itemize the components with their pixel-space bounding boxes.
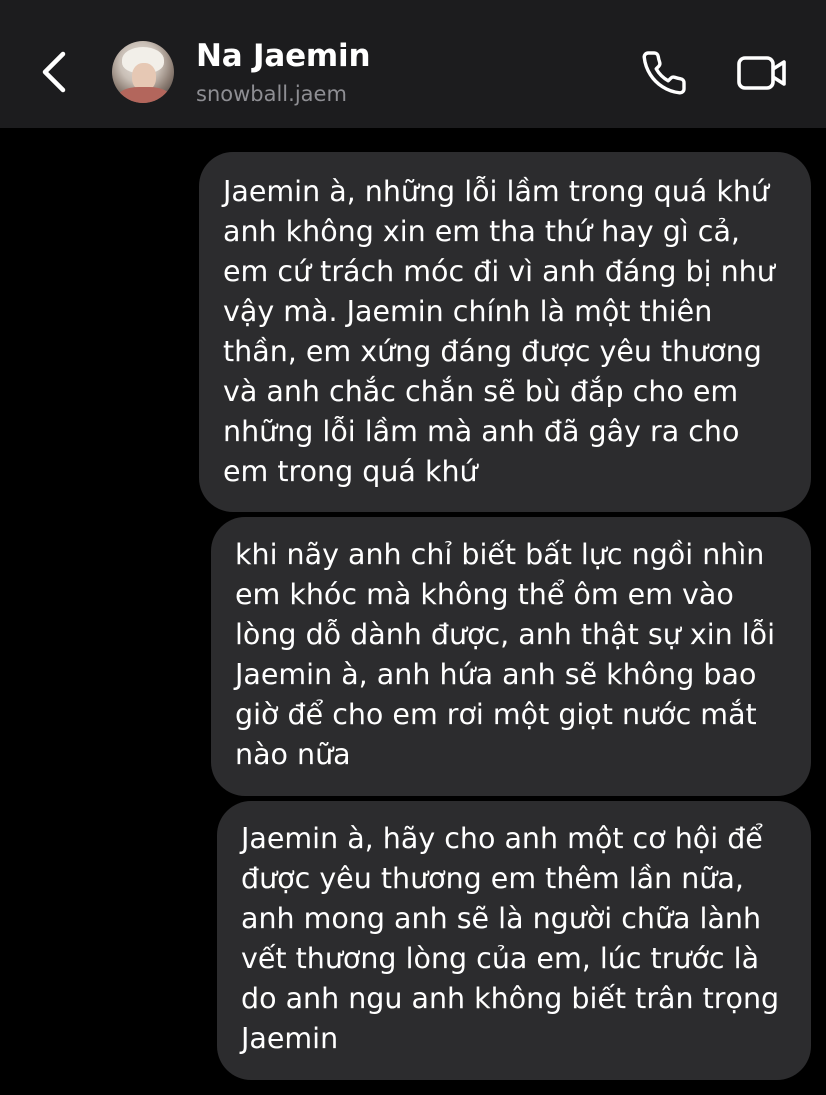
- message-line: khi nãy anh chỉ biết bất lực ngồi nhìn: [235, 538, 765, 571]
- message-line: anh không xin em tha thứ hay gì cả,: [223, 215, 740, 248]
- message-line: được yêu thương em thêm lần nữa,: [241, 862, 744, 895]
- message-bubble[interactable]: Jaemin à, hãy cho anh một cơ hội để được…: [217, 801, 811, 1080]
- contact-handle: snowball.jaem: [196, 82, 347, 106]
- video-call-button[interactable]: [732, 48, 792, 98]
- chevron-left-icon: [42, 51, 66, 93]
- message-line: lòng dỗ dành được, anh thật sự xin lỗi: [235, 618, 776, 651]
- message-line: em khóc mà không thể ôm em vào: [235, 578, 734, 611]
- message-line: vết thương lòng của em, lúc trước là: [241, 942, 760, 975]
- message-bubble[interactable]: khi nãy anh chỉ biết bất lực ngồi nhìn e…: [211, 517, 811, 796]
- message-line: giờ để cho em rơi một giọt nước mắt: [235, 698, 757, 731]
- message-line: do anh ngu anh không biết trân trọng: [241, 982, 780, 1015]
- message-line: và anh chắc chắn sẽ bù đắp cho em: [223, 375, 739, 408]
- message-line: nào nữa: [235, 738, 351, 771]
- avatar[interactable]: [112, 41, 174, 103]
- message-line: vậy mà. Jaemin chính là một thiên: [223, 295, 713, 328]
- message-line: em cứ trách móc đi vì anh đáng bị như: [223, 255, 775, 288]
- message-line: Jaemin à, những lỗi lầm trong quá khứ: [223, 175, 769, 208]
- call-button[interactable]: [636, 48, 692, 98]
- message-line: Jaemin à, hãy cho anh một cơ hội để: [241, 822, 763, 855]
- message-line: Jaemin: [241, 1022, 339, 1055]
- contact-name[interactable]: Na Jaemin: [196, 38, 371, 74]
- phone-icon: [642, 51, 686, 95]
- message-bubble[interactable]: Jaemin à, những lỗi lầm trong quá khứ an…: [199, 152, 811, 512]
- message-line: Jaemin à, anh hứa anh sẽ không bao: [235, 658, 757, 691]
- message-line: anh mong anh sẽ là người chữa lành: [241, 902, 762, 935]
- message-line: em trong quá khứ: [223, 455, 478, 488]
- message-line: thần, em xứng đáng được yêu thương: [223, 335, 762, 368]
- message-line: những lỗi lầm mà anh đã gây ra cho: [223, 415, 740, 448]
- video-camera-icon: [737, 56, 786, 90]
- back-button[interactable]: [36, 50, 72, 94]
- chat-header: Na Jaemin snowball.jaem: [0, 0, 826, 128]
